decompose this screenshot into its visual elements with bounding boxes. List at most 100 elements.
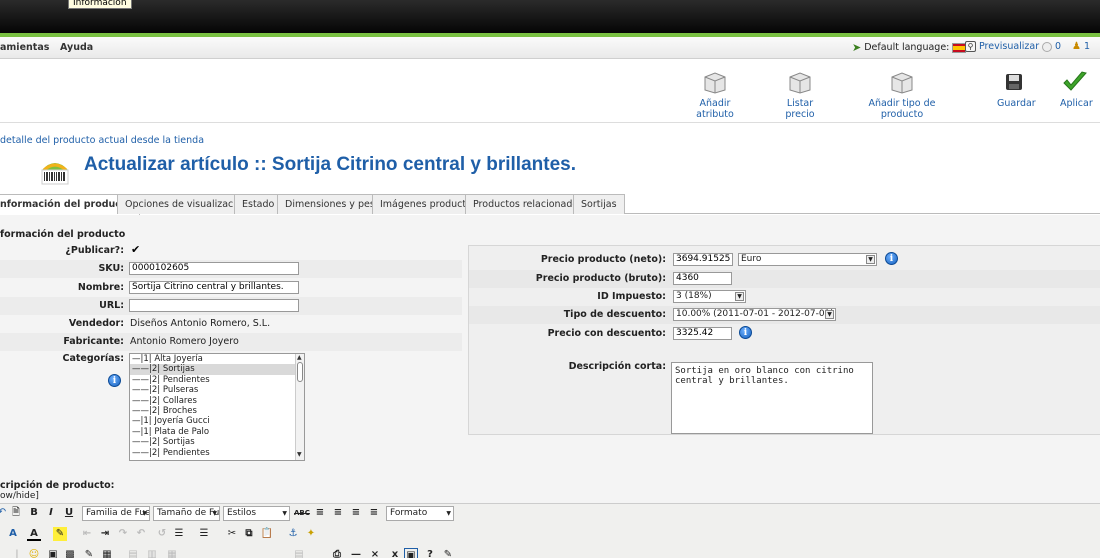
fullscreen-icon[interactable]: ▣: [404, 548, 418, 558]
paste-icon[interactable]: 📋: [260, 527, 274, 541]
list-price-button[interactable]: Listar precio: [775, 70, 825, 120]
strikethrough-icon[interactable]: ABC: [294, 506, 310, 520]
table-cell-icon[interactable]: ▦: [165, 548, 179, 558]
show-hide-toggle[interactable]: ow/hide]: [0, 491, 39, 501]
chevron-down-icon: ▼: [142, 510, 147, 517]
scroll-down-icon[interactable]: ▼: [297, 452, 302, 458]
default-language[interactable]: ➤ Default language:: [852, 41, 967, 54]
underline-icon[interactable]: U: [62, 506, 76, 520]
tax-label: ID Impuesto:: [597, 291, 666, 302]
discount-price-row: Precio con descuento: 3325.42 i: [469, 325, 1100, 343]
name-input[interactable]: Sortija Citrino central y brillantes.: [129, 281, 299, 294]
tab-status[interactable]: Estado: [234, 194, 283, 214]
align-right-icon[interactable]: ≡: [349, 506, 363, 520]
tax-select[interactable]: 3 (18%) ▼: [673, 290, 746, 303]
bold-icon[interactable]: B: [27, 506, 41, 520]
subscript-icon[interactable]: x: [388, 548, 402, 558]
short-desc-label: Descripción corta:: [568, 361, 666, 372]
info-icon[interactable]: i: [739, 326, 752, 339]
horizontal-rule-icon[interactable]: —: [349, 548, 363, 558]
cleanup-icon[interactable]: ✦: [304, 527, 318, 541]
unordered-list-icon[interactable]: ☰: [197, 527, 211, 541]
breadcrumb[interactable]: detalle del producto actual desde la tie…: [0, 135, 204, 146]
users-status[interactable]: ♟ 1: [1072, 41, 1090, 52]
edit-icon[interactable]: ✎: [82, 548, 96, 558]
list-item[interactable]: ——|2| Sortijas: [130, 364, 304, 375]
outdent-icon[interactable]: ⇤: [80, 527, 94, 541]
url-input[interactable]: [129, 299, 299, 312]
undo-icon[interactable]: ↶: [0, 506, 9, 520]
align-left-icon[interactable]: ≡: [313, 506, 327, 520]
cut-icon[interactable]: ✂: [225, 527, 239, 541]
list-item[interactable]: ——|2| Broches: [130, 406, 304, 416]
media-icon[interactable]: ▩: [63, 548, 77, 558]
merge-cells-icon[interactable]: ▤: [292, 548, 306, 558]
apply-button[interactable]: Aplicar: [1060, 70, 1093, 109]
table-row-icon[interactable]: ▤: [126, 548, 140, 558]
ordered-list-icon[interactable]: ☰: [172, 527, 186, 541]
info-icon[interactable]: i: [108, 374, 121, 387]
tab-product-images[interactable]: Imágenes producto: [372, 194, 480, 214]
categories-listbox[interactable]: —|1| Alta Joyería ——|2| Sortijas ——|2| P…: [129, 353, 305, 461]
anchor-icon[interactable]: ⚓: [286, 527, 300, 541]
scroll-up-icon[interactable]: ▲: [297, 355, 302, 361]
italic-icon[interactable]: I: [44, 506, 58, 520]
top-header-bar: Información: [0, 0, 1100, 33]
list-item[interactable]: ——|2| Pulseras: [130, 385, 304, 395]
page-title: Actualizar artículo :: Sortija Citrino c…: [84, 154, 576, 175]
repeat-icon[interactable]: ↺: [155, 527, 169, 541]
net-price-input[interactable]: 3694.91525: [673, 253, 733, 266]
styles-select[interactable]: Estilos ▼: [223, 506, 290, 521]
discount-type-select[interactable]: 10.00% (2011-07-01 - 2012-07-01) ▼: [673, 308, 836, 321]
undo-arrow-icon[interactable]: ↶: [134, 527, 148, 541]
list-item[interactable]: ——|2| Sortijas: [130, 437, 304, 447]
emoticon-icon[interactable]: ☺: [27, 548, 41, 558]
font-family-select[interactable]: Familia de Fue ▼: [82, 506, 150, 521]
list-item[interactable]: ——|2| Pendientes: [130, 375, 304, 385]
preview-link[interactable]: ⚲ Previsualizar: [965, 41, 1039, 52]
attribute-icon[interactable]: ✎: [441, 548, 455, 558]
image-icon[interactable]: ▣: [46, 548, 60, 558]
currency-select[interactable]: Euro ▼: [738, 253, 877, 266]
format-select[interactable]: Formato ▼: [386, 506, 454, 521]
list-item[interactable]: —|1| Joyería Gucci: [130, 416, 304, 426]
list-item[interactable]: ——|2| Pendientes: [130, 448, 304, 458]
align-center-icon[interactable]: ≡: [331, 506, 345, 520]
text-color-icon[interactable]: A: [27, 527, 41, 541]
new-document-icon[interactable]: 🗎: [9, 506, 23, 520]
tab-sortijas[interactable]: Sortijas: [573, 194, 625, 214]
remove-format-icon[interactable]: ×: [368, 548, 382, 558]
tax-value: 3 (18%): [676, 291, 712, 301]
add-product-type-button[interactable]: Añadir tipo de producto: [856, 70, 948, 120]
info-icon[interactable]: i: [885, 252, 898, 265]
indent-icon[interactable]: ⇥: [98, 527, 112, 541]
print-icon[interactable]: ⎙: [330, 548, 344, 558]
spellcheck-icon[interactable]: A: [6, 527, 20, 541]
messages-status[interactable]: 0: [1042, 41, 1061, 52]
copy-icon[interactable]: ⧉: [242, 527, 256, 541]
chevron-down-icon: ▼: [825, 310, 834, 319]
help-icon[interactable]: ?: [423, 548, 437, 558]
table-col-icon[interactable]: ▥: [145, 548, 159, 558]
list-item[interactable]: ——|2| Collares: [130, 396, 304, 406]
save-button[interactable]: Guardar: [997, 70, 1036, 109]
publish-checkbox[interactable]: ✔: [131, 244, 142, 256]
align-justify-icon[interactable]: ≡: [367, 506, 381, 520]
discount-price-input[interactable]: 3325.42: [673, 327, 732, 340]
redo-icon[interactable]: ↷: [116, 527, 130, 541]
sku-input[interactable]: 0000102605: [129, 262, 299, 275]
gross-price-input[interactable]: 4360: [673, 272, 732, 285]
table-icon[interactable]: ▦: [100, 548, 114, 558]
listbox-scrollbar[interactable]: ▲ ▼: [295, 354, 304, 460]
list-item[interactable]: —|1| Alta Joyería: [130, 354, 304, 364]
short-desc-textarea[interactable]: Sortija en oro blanco con citrino centra…: [671, 362, 873, 434]
menu-ayuda[interactable]: Ayuda: [60, 42, 93, 53]
scrollbar-thumb[interactable]: [297, 362, 303, 382]
add-attribute-button[interactable]: Añadir atributo: [686, 70, 744, 120]
chevron-down-icon: ▼: [866, 255, 875, 264]
menu-herramientas[interactable]: amientas: [0, 42, 49, 53]
list-item[interactable]: —|1| Plata de Palo: [130, 427, 304, 437]
font-size-select[interactable]: Tamaño de Fu ▼: [153, 506, 220, 521]
highlight-color-icon[interactable]: ✎: [53, 527, 67, 541]
add-product-type-label: Añadir tipo de producto: [868, 98, 936, 120]
